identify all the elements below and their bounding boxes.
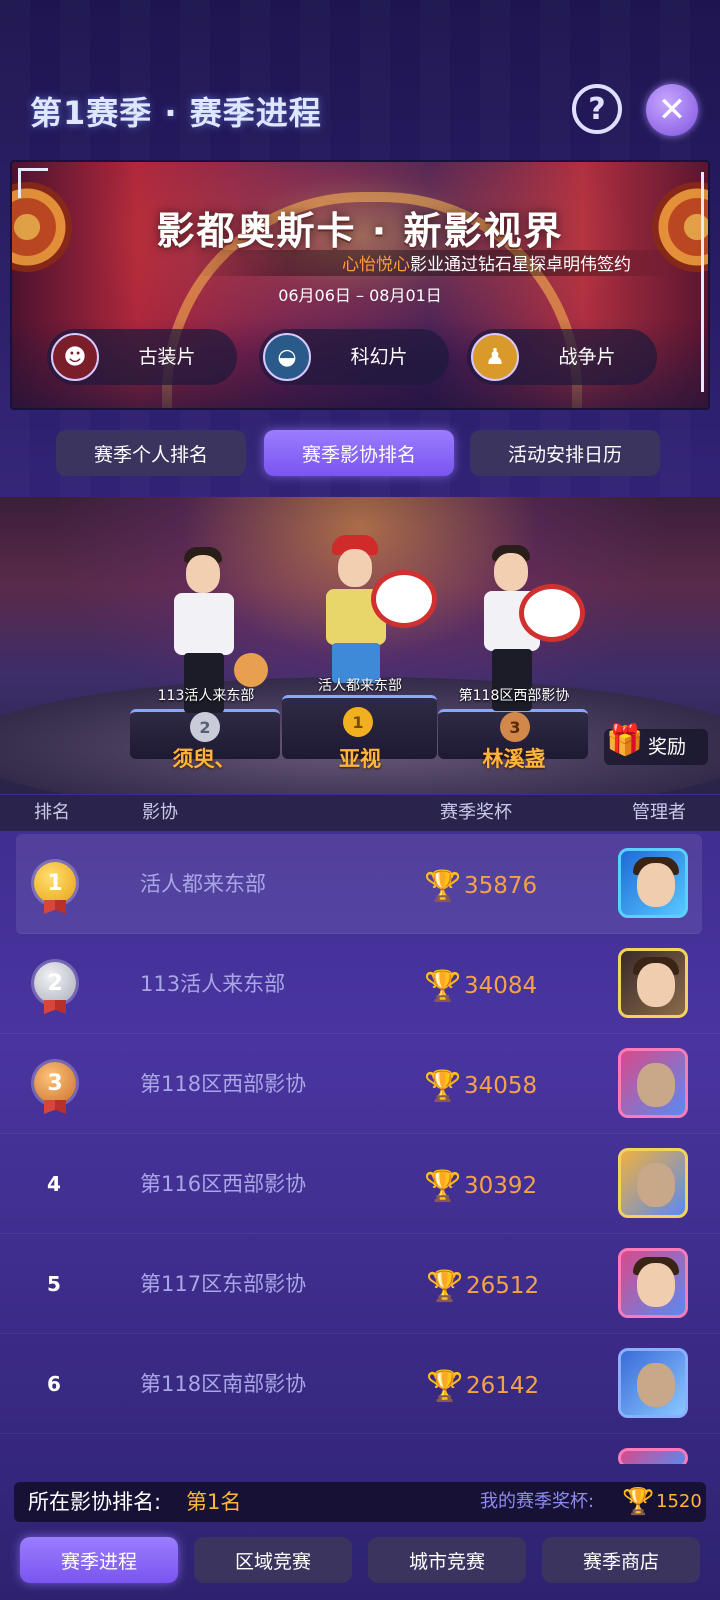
- my-trophies-label: 我的赛季奖杯:: [480, 1491, 595, 1512]
- guild-name: 第116区西部影协: [140, 1172, 307, 1196]
- tab-personal-ranking[interactable]: 赛季个人排名: [56, 430, 246, 476]
- silver-medal-icon: 2: [34, 962, 76, 1004]
- pet-headphones-icon: [524, 589, 580, 637]
- nav-city-competition[interactable]: 城市竞赛: [368, 1537, 526, 1583]
- rank-number: 6: [47, 1372, 61, 1396]
- trophy-count: 35876: [464, 873, 538, 899]
- guild-name: 第118区南部影协: [140, 1372, 307, 1396]
- ticker-text: 影业通过钻石星探卓明伟签约: [410, 255, 631, 275]
- podium-guild-first: 活人都来东部: [318, 678, 402, 694]
- manager-avatar[interactable]: [618, 848, 688, 918]
- manager-avatar[interactable]: [618, 1248, 688, 1318]
- silver-medal-icon: 2: [190, 712, 220, 742]
- season-banner: 影都奥斯卡 · 新影视界 心怡悦心影业通过钻石星探卓明伟签约 06月06日 – …: [10, 160, 710, 410]
- genre-label: 古装片: [138, 346, 196, 368]
- guild-name: 第117区东部影协: [140, 1272, 307, 1296]
- help-button[interactable]: ?: [572, 84, 622, 134]
- trophy-count: 30392: [464, 1173, 538, 1199]
- column-manager: 管理者: [632, 802, 686, 823]
- my-guild-info-bar: 所在影协排名: 第1名 我的赛季奖杯: 🏆 1520: [14, 1482, 706, 1522]
- rank-number: 4: [47, 1172, 61, 1196]
- opera-mask-icon: ☻: [51, 333, 99, 381]
- gold-medal-icon: 1: [343, 707, 373, 737]
- podium-guild-third: 第118区西部影协: [458, 688, 570, 704]
- podium-player-first[interactable]: 亚视: [290, 743, 430, 773]
- guild-name: 113活人来东部: [140, 972, 286, 996]
- podium-player-third[interactable]: 林溪盏: [444, 743, 584, 773]
- ranking-tabs: 赛季个人排名 赛季影协排名 活动安排日历: [56, 430, 666, 476]
- tab-event-calendar[interactable]: 活动安排日历: [470, 430, 660, 476]
- manager-avatar[interactable]: [618, 1048, 688, 1118]
- trophy-icon: 🏆: [424, 969, 462, 1004]
- podium-guild-second: 113活人来东部: [157, 688, 255, 704]
- trophy-count: 26142: [466, 1373, 540, 1399]
- bottom-nav: 赛季进程 区域竞赛 城市竞赛 赛季商店: [20, 1537, 700, 1583]
- trophy-count: 34084: [464, 973, 538, 999]
- frame-corner-right: [674, 172, 704, 392]
- column-rank: 排名: [34, 802, 70, 823]
- manager-avatar[interactable]: [618, 1448, 688, 1464]
- table-row[interactable]: 4 第116区西部影协 🏆 30392: [0, 1134, 720, 1234]
- trophy-count: 34058: [464, 1073, 538, 1099]
- table-row[interactable]: 5 第117区东部影协 🏆 26512: [0, 1234, 720, 1334]
- nav-season-progress[interactable]: 赛季进程: [20, 1537, 178, 1583]
- genre-row: ☻ 古装片 ◒ 科幻片 ♟ 战争片: [47, 329, 677, 385]
- genre-ancient[interactable]: ☻ 古装片: [47, 329, 237, 385]
- genre-war[interactable]: ♟ 战争片: [467, 329, 657, 385]
- trophy-count: 26512: [466, 1273, 540, 1299]
- table-row[interactable]: 3 第118区西部影协 🏆 34058: [0, 1034, 720, 1134]
- genre-label: 战争片: [558, 346, 616, 368]
- banner-ticker: 心怡悦心影业通过钻石星探卓明伟签约: [192, 250, 672, 276]
- table-row[interactable]: [0, 1434, 720, 1464]
- banner-dates: 06月06日 – 08月01日: [278, 286, 442, 305]
- manager-avatar[interactable]: [618, 948, 688, 1018]
- rank-number: 5: [47, 1272, 61, 1296]
- nav-regional-competition[interactable]: 区域竞赛: [194, 1537, 352, 1583]
- manager-avatar[interactable]: [618, 1148, 688, 1218]
- page-title: 第1赛季 · 赛季进程: [30, 94, 322, 132]
- table-row[interactable]: 2 113活人来东部 🏆 34084: [0, 934, 720, 1034]
- tab-guild-ranking[interactable]: 赛季影协排名: [264, 430, 454, 476]
- reward-button[interactable]: 🎁 奖励: [604, 723, 708, 765]
- table-row[interactable]: 6 第118区南部影协 🏆 26142: [0, 1334, 720, 1434]
- genre-label: 科幻片: [350, 346, 408, 368]
- manager-avatar[interactable]: [618, 1348, 688, 1418]
- frame-corner-top-left: [18, 168, 48, 198]
- table-row[interactable]: 1 活人都来东部 🏆 35876: [16, 834, 702, 934]
- gold-medal-icon: 1: [34, 862, 76, 904]
- genre-scifi[interactable]: ◒ 科幻片: [259, 329, 449, 385]
- soldier-icon: ♟: [471, 333, 519, 381]
- ticker-highlight-name: 心怡悦心: [342, 255, 410, 275]
- pet-headphones-icon: [376, 575, 432, 623]
- nav-season-shop[interactable]: 赛季商店: [542, 1537, 700, 1583]
- podium-player-second[interactable]: 须臾、: [134, 743, 274, 773]
- bronze-medal-icon: 3: [34, 1062, 76, 1104]
- gift-icon: 🎁: [606, 723, 644, 758]
- trophy-icon: 🏆: [424, 1069, 462, 1104]
- column-guild: 影协: [142, 802, 178, 823]
- trophy-icon: 🏆: [622, 1487, 655, 1517]
- table-header: 排名 影协 赛季奖杯 管理者: [0, 795, 720, 831]
- guild-rank-value: 第1名: [186, 1490, 242, 1514]
- my-trophies-value: 1520: [656, 1491, 702, 1512]
- ranking-list: 1 活人都来东部 🏆 35876 2 113活人来东部 🏆 34084 3 第1…: [0, 834, 720, 1464]
- reward-label: 奖励: [648, 736, 687, 758]
- guild-name: 活人都来东部: [140, 872, 266, 896]
- guild-rank-label: 所在影协排名:: [28, 1490, 162, 1514]
- banner-title: 影都奥斯卡 · 新影视界: [156, 209, 564, 253]
- close-button[interactable]: ✕: [646, 84, 698, 136]
- column-trophies: 赛季奖杯: [440, 802, 512, 823]
- pet-cat-icon: [234, 653, 268, 687]
- trophy-icon: 🏆: [424, 869, 462, 904]
- trophy-icon: 🏆: [426, 1269, 464, 1304]
- guild-name: 第118区西部影协: [140, 1072, 307, 1096]
- trophy-icon: 🏆: [426, 1369, 464, 1404]
- header: 第1赛季 · 赛季进程 ? ✕: [0, 70, 720, 150]
- podium-scene: 113活人来东部 活人都来东部 第118区西部影协 2 1 3 须臾、 亚视 林…: [0, 497, 720, 794]
- trophy-icon: 🏆: [424, 1169, 462, 1204]
- ufo-icon: ◒: [263, 333, 311, 381]
- bronze-medal-icon: 3: [500, 712, 530, 742]
